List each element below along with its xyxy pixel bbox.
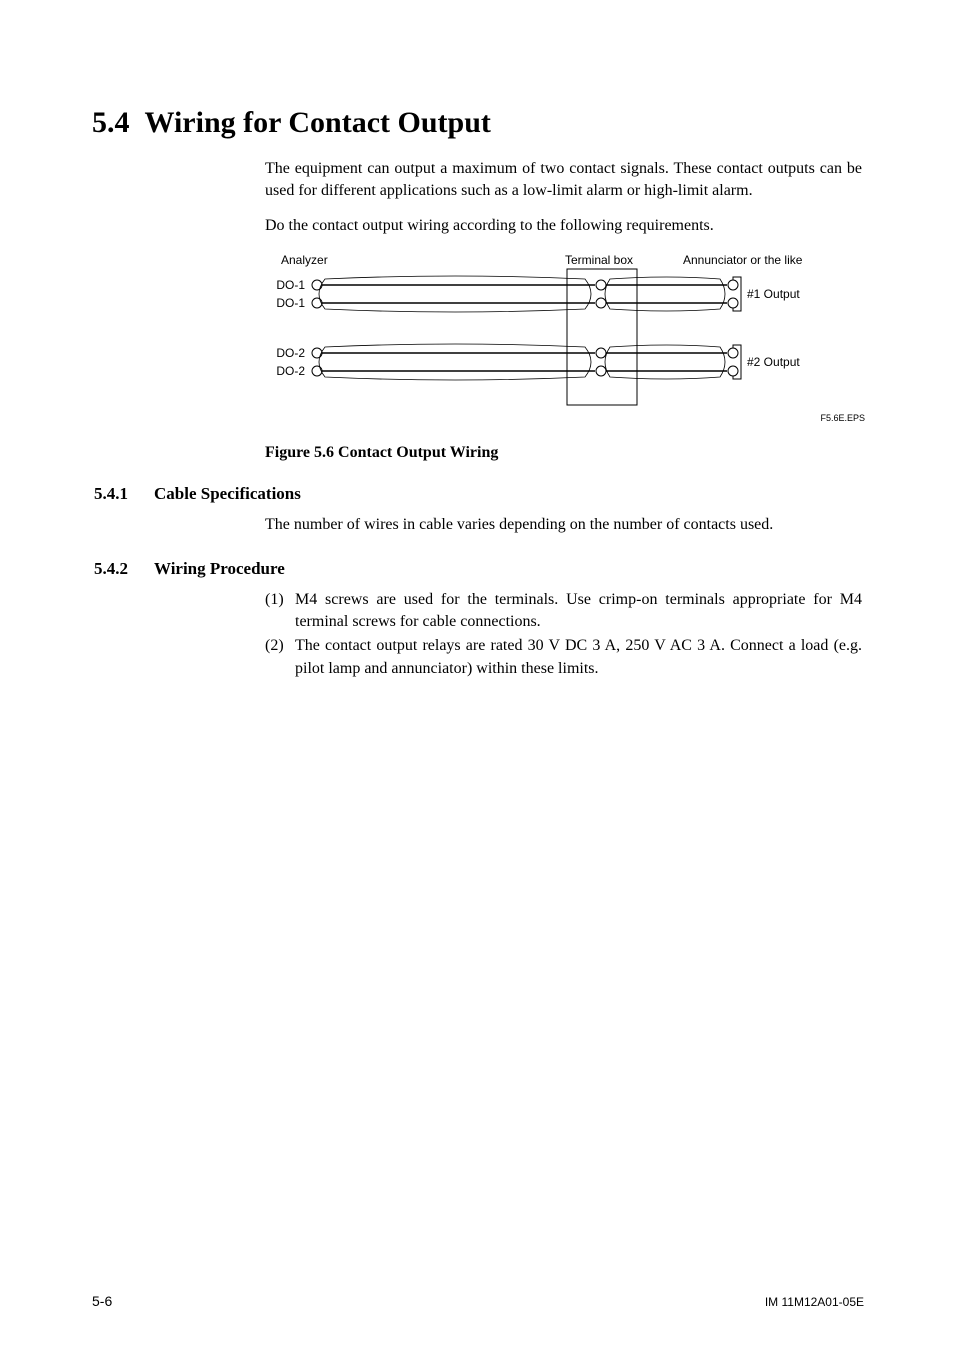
page-number: 5-6 [92, 1293, 112, 1309]
list-marker: (1) [265, 589, 295, 634]
label-annunciator: Annunciator or the like [683, 253, 803, 267]
figure-caption: Figure 5.6 Contact Output Wiring [265, 444, 864, 462]
label-do2a: DO-2 [276, 346, 305, 360]
cable-spec-body: The number of wires in cable varies depe… [265, 514, 862, 536]
doc-id: IM 11M12A01-05E [765, 1295, 864, 1309]
list-text: M4 screws are used for the terminals. Us… [295, 589, 862, 634]
label-do1a: DO-1 [276, 278, 305, 292]
list-item: (2) The contact output relays are rated … [265, 635, 862, 680]
subsection-cable-specifications-heading: 5.4.1 Cable Specifications [94, 484, 864, 504]
subsection-number: 5.4.1 [94, 484, 154, 504]
page-footer: 5-6 IM 11M12A01-05E [92, 1293, 864, 1309]
list-text: The contact output relays are rated 30 V… [295, 635, 862, 680]
intro-paragraph-1: The equipment can output a maximum of tw… [265, 158, 862, 203]
label-do1b: DO-1 [276, 296, 305, 310]
wiring-diagram-svg: Analyzer Terminal box Annunciator or the… [265, 249, 869, 429]
label-out2: #2 Output [747, 355, 800, 369]
page-root: 5.4 Wiring for Contact Output The equipm… [0, 0, 954, 1351]
subsection-wiring-procedure-heading: 5.4.2 Wiring Procedure [94, 559, 864, 579]
list-marker: (2) [265, 635, 295, 680]
list-item: (1) M4 screws are used for the terminals… [265, 589, 862, 634]
section-title: Wiring for Contact Output [145, 106, 491, 139]
label-do2b: DO-2 [276, 364, 305, 378]
label-out1: #1 Output [747, 287, 800, 301]
wiring-procedure-list: (1) M4 screws are used for the terminals… [265, 589, 862, 681]
figure-eps-ref: F5.6E.EPS [820, 413, 865, 423]
section-heading: 5.4 Wiring for Contact Output [92, 106, 864, 140]
section-number: 5.4 [92, 106, 130, 139]
subsection-title: Wiring Procedure [154, 559, 285, 579]
subsection-title: Cable Specifications [154, 484, 301, 504]
label-analyzer: Analyzer [281, 253, 328, 267]
subsection-number: 5.4.2 [94, 559, 154, 579]
intro-paragraph-2: Do the contact output wiring according t… [265, 215, 862, 237]
figure-contact-output-wiring: Analyzer Terminal box Annunciator or the… [265, 249, 864, 434]
label-terminal-box: Terminal box [565, 253, 633, 267]
